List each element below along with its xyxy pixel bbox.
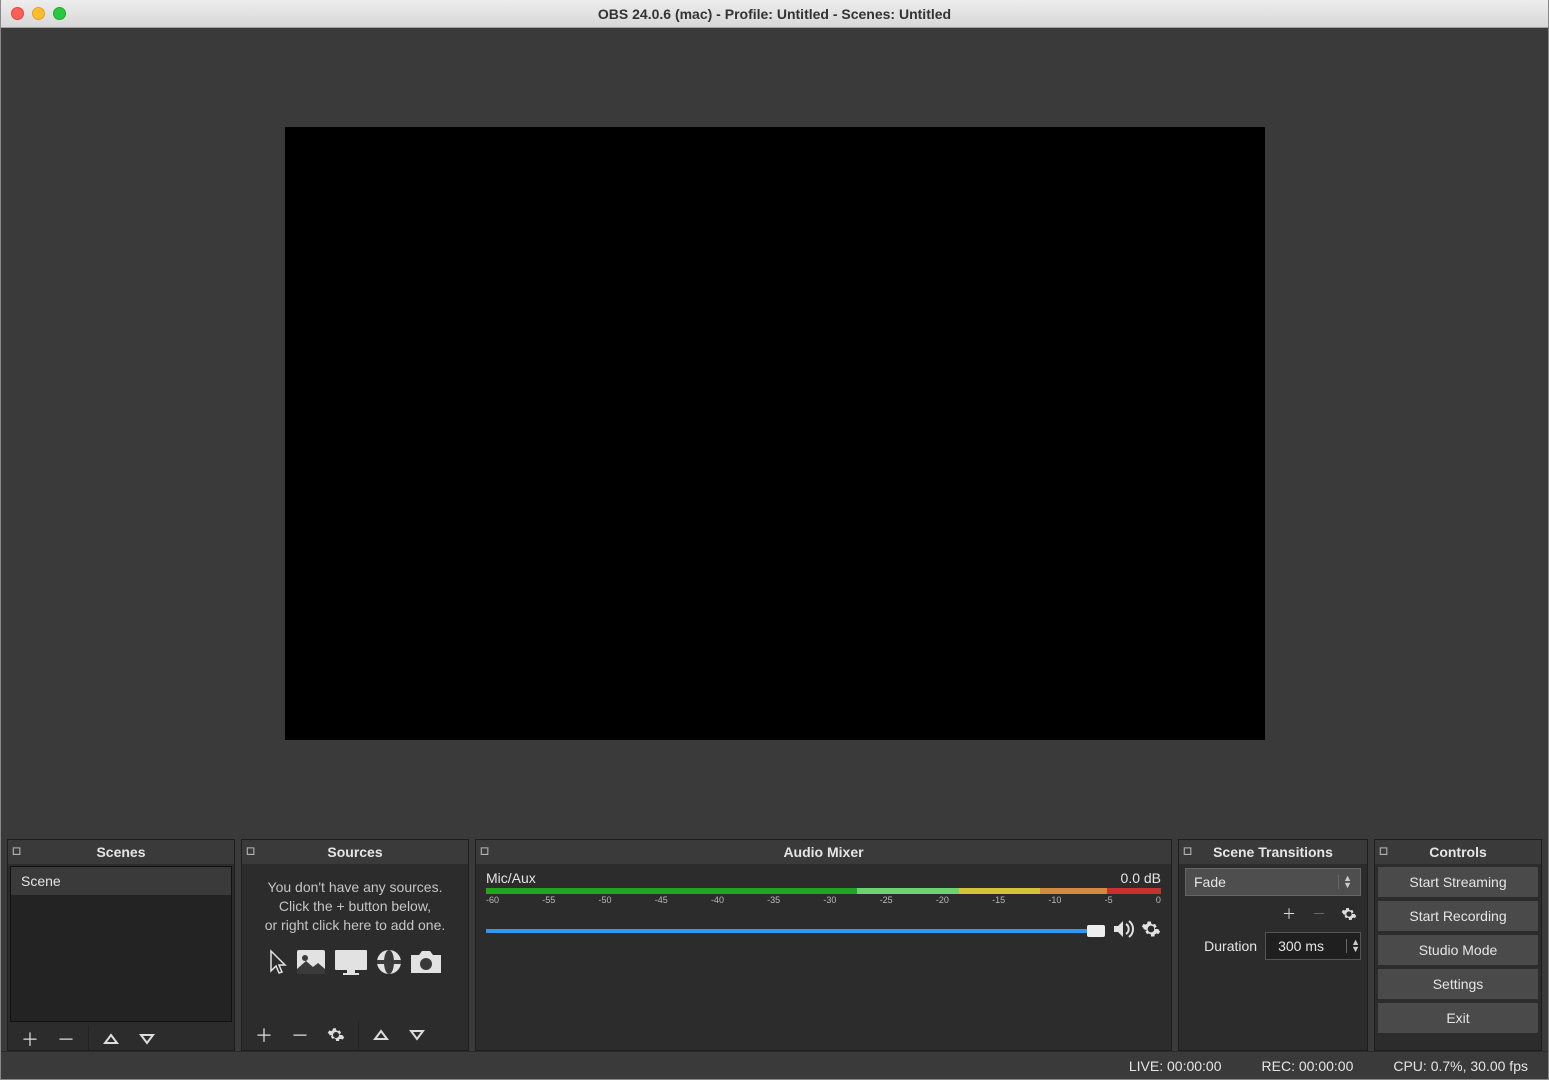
display-icon bbox=[334, 949, 368, 978]
detach-icon[interactable]: ◻ bbox=[1183, 844, 1192, 857]
move-source-down-button[interactable] bbox=[399, 1021, 435, 1049]
controls-title: Controls bbox=[1429, 844, 1487, 860]
scene-list[interactable]: Scene bbox=[10, 866, 232, 1022]
audio-mixer-panel: ◻ Audio Mixer Mic/Aux 0.0 dB -60-55-50-4… bbox=[475, 839, 1172, 1051]
add-source-button[interactable]: ＋ bbox=[246, 1021, 282, 1049]
sources-title: Sources bbox=[327, 844, 382, 860]
add-transition-button[interactable]: ＋ bbox=[1277, 902, 1301, 926]
image-icon bbox=[296, 949, 326, 978]
status-cpu: CPU: 0.7%, 30.00 fps bbox=[1393, 1058, 1528, 1074]
window-title: OBS 24.0.6 (mac) - Profile: Untitled - S… bbox=[598, 6, 951, 22]
start-streaming-button[interactable]: Start Streaming bbox=[1378, 867, 1538, 897]
detach-icon[interactable]: ◻ bbox=[480, 844, 489, 857]
globe-icon bbox=[376, 949, 402, 978]
start-recording-button[interactable]: Start Recording bbox=[1378, 901, 1538, 931]
settings-button[interactable]: Settings bbox=[1378, 969, 1538, 999]
sources-empty-line: Click the + button below, bbox=[279, 897, 431, 916]
preview-area bbox=[1, 28, 1548, 839]
exit-button[interactable]: Exit bbox=[1378, 1003, 1538, 1033]
sources-panel: ◻ Sources You don't have any sources. Cl… bbox=[241, 839, 469, 1051]
sources-empty-line: You don't have any sources. bbox=[268, 878, 443, 897]
status-bar: LIVE: 00:00:00 REC: 00:00:00 CPU: 0.7%, … bbox=[1, 1051, 1548, 1079]
mixer-channel-level: 0.0 dB bbox=[1121, 870, 1161, 886]
status-live: LIVE: 00:00:00 bbox=[1129, 1058, 1222, 1074]
scene-item[interactable]: Scene bbox=[11, 867, 231, 895]
titlebar: OBS 24.0.6 (mac) - Profile: Untitled - S… bbox=[1, 0, 1548, 28]
audio-meter-ticks: -60-55-50-45-40-35-30-25-20-15-10-50 bbox=[486, 895, 1161, 909]
scenes-title: Scenes bbox=[96, 844, 145, 860]
minimize-icon[interactable] bbox=[32, 7, 45, 20]
detach-icon[interactable]: ◻ bbox=[12, 844, 21, 857]
gear-icon[interactable] bbox=[1141, 919, 1161, 942]
detach-icon[interactable]: ◻ bbox=[1379, 844, 1388, 857]
transition-properties-button[interactable] bbox=[1337, 902, 1361, 926]
studio-mode-button[interactable]: Studio Mode bbox=[1378, 935, 1538, 965]
source-properties-button[interactable] bbox=[318, 1021, 354, 1049]
mixer-title: Audio Mixer bbox=[783, 844, 863, 860]
detach-icon[interactable]: ◻ bbox=[246, 844, 255, 857]
add-scene-button[interactable]: ＋ bbox=[12, 1025, 48, 1050]
scenes-panel: ◻ Scenes Scene ＋ － bbox=[7, 839, 235, 1051]
close-icon[interactable] bbox=[11, 7, 24, 20]
duration-label: Duration bbox=[1204, 938, 1257, 954]
controls-panel: ◻ Controls Start Streaming Start Recordi… bbox=[1374, 839, 1542, 1051]
audio-meter bbox=[486, 888, 1161, 894]
duration-stepper[interactable]: ▲▼ bbox=[1346, 939, 1360, 953]
transitions-title: Scene Transitions bbox=[1213, 844, 1333, 860]
transition-selected: Fade bbox=[1194, 874, 1226, 890]
move-scene-up-button[interactable] bbox=[93, 1025, 129, 1050]
sources-empty-line: or right click here to add one. bbox=[265, 916, 446, 935]
status-rec: REC: 00:00:00 bbox=[1262, 1058, 1354, 1074]
sources-empty[interactable]: You don't have any sources. Click the + … bbox=[242, 864, 468, 1020]
move-scene-down-button[interactable] bbox=[129, 1025, 165, 1050]
duration-input[interactable] bbox=[1276, 937, 1340, 955]
camera-icon bbox=[410, 949, 442, 978]
remove-scene-button[interactable]: － bbox=[48, 1025, 84, 1050]
cursor-icon bbox=[268, 949, 288, 978]
volume-slider[interactable] bbox=[486, 929, 1105, 933]
remove-source-button[interactable]: － bbox=[282, 1021, 318, 1049]
transition-select[interactable]: Fade ▲▼ bbox=[1185, 868, 1361, 896]
chevron-updown-icon: ▲▼ bbox=[1338, 875, 1352, 889]
zoom-icon[interactable] bbox=[53, 7, 66, 20]
remove-transition-button: － bbox=[1307, 902, 1331, 926]
preview-canvas[interactable] bbox=[285, 127, 1265, 740]
move-source-up-button[interactable] bbox=[363, 1021, 399, 1049]
speaker-icon[interactable] bbox=[1113, 919, 1135, 942]
transitions-panel: ◻ Scene Transitions Fade ▲▼ ＋ － Duration bbox=[1178, 839, 1368, 1051]
mixer-channel-name: Mic/Aux bbox=[486, 870, 536, 886]
